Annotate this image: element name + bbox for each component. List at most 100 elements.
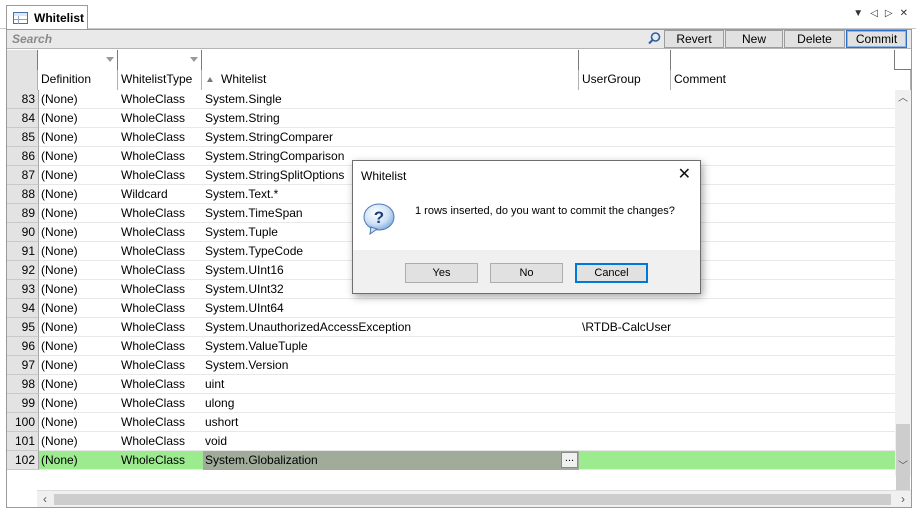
row-number[interactable]: 92 <box>7 261 39 280</box>
definition-cell[interactable]: (None) <box>39 261 117 280</box>
definition-cell[interactable]: (None) <box>39 166 117 185</box>
whitelisttype-cell[interactable]: WholeClass <box>119 451 201 470</box>
column-header-usergroup[interactable]: UserGroup <box>579 70 671 90</box>
definition-cell[interactable]: (None) <box>39 413 117 432</box>
row-number[interactable]: 86 <box>7 147 39 166</box>
whitelisttype-cell[interactable]: WholeClass <box>119 147 201 166</box>
whitelisttype-cell[interactable]: WholeClass <box>119 356 201 375</box>
whitelist-cell[interactable]: System.StringComparer <box>203 128 579 147</box>
usergroup-cell[interactable]: \RTDB-CalcUser <box>580 318 671 337</box>
definition-cell[interactable]: (None) <box>39 318 117 337</box>
table-row[interactable]: 99 (None) WholeClass ulong <box>7 394 895 413</box>
comment-filter[interactable] <box>671 50 895 70</box>
definition-cell[interactable]: (None) <box>39 299 117 318</box>
column-header-whitelisttype[interactable]: WhitelistType <box>118 70 202 90</box>
whitelist-cell[interactable]: System.Globalization <box>203 451 579 470</box>
scroll-right-icon[interactable]: › <box>895 491 911 508</box>
whitelist-cell[interactable]: void <box>203 432 579 451</box>
table-row[interactable]: 95 (None) WholeClass System.UnauthorizedAcc… <box>7 318 895 337</box>
row-number[interactable]: 83 <box>7 90 39 109</box>
table-row[interactable]: 100 (None) WholeClass ushort <box>7 413 895 432</box>
comment-cell[interactable] <box>672 147 895 166</box>
horizontal-scroll-thumb[interactable] <box>54 494 891 505</box>
comment-cell[interactable] <box>672 318 895 337</box>
usergroup-cell[interactable] <box>580 337 671 356</box>
whitelisttype-cell[interactable]: WholeClass <box>119 109 201 128</box>
comment-cell[interactable] <box>672 375 895 394</box>
column-header-comment[interactable]: Comment <box>671 70 911 90</box>
comment-cell[interactable] <box>672 90 895 109</box>
whitelisttype-cell[interactable]: Wildcard <box>119 185 201 204</box>
whitelisttype-cell[interactable]: WholeClass <box>119 90 201 109</box>
table-row[interactable]: 102 (None) WholeClass System.Globalization.… <box>7 451 895 470</box>
table-row[interactable]: 84 (None) WholeClass System.String <box>7 109 895 128</box>
comment-cell[interactable] <box>672 280 895 299</box>
row-number[interactable]: 85 <box>7 128 39 147</box>
whitelisttype-cell[interactable]: WholeClass <box>119 166 201 185</box>
whitelisttype-cell[interactable]: WholeClass <box>119 375 201 394</box>
usergroup-cell[interactable] <box>580 356 671 375</box>
search-icon[interactable] <box>646 31 662 47</box>
whitelisttype-cell[interactable]: WholeClass <box>119 280 201 299</box>
yes-button[interactable]: Yes <box>405 263 478 283</box>
new-button[interactable]: New <box>725 30 783 48</box>
usergroup-cell[interactable] <box>580 90 671 109</box>
whitelisttype-cell[interactable]: WholeClass <box>119 299 201 318</box>
definition-cell[interactable]: (None) <box>39 280 117 299</box>
definition-cell[interactable]: (None) <box>39 204 117 223</box>
search-input[interactable]: Search <box>12 32 52 46</box>
definition-cell[interactable]: (None) <box>39 90 117 109</box>
horizontal-scrollbar[interactable]: ‹ › <box>37 490 911 507</box>
column-header-whitelist[interactable]: Whitelist <box>202 70 579 90</box>
table-row[interactable]: 96 (None) WholeClass System.ValueTuple <box>7 337 895 356</box>
definition-cell[interactable]: (None) <box>39 356 117 375</box>
tab-scroll-left-icon[interactable]: ◁ <box>870 8 878 19</box>
delete-button[interactable]: Delete <box>784 30 845 48</box>
row-number[interactable]: 88 <box>7 185 39 204</box>
row-number[interactable]: 98 <box>7 375 39 394</box>
usergroup-cell[interactable] <box>580 375 671 394</box>
definition-cell[interactable]: (None) <box>39 147 117 166</box>
commit-button[interactable]: Commit <box>846 30 907 48</box>
row-number[interactable]: 89 <box>7 204 39 223</box>
comment-cell[interactable] <box>672 128 895 147</box>
whitelisttype-cell[interactable]: WholeClass <box>119 337 201 356</box>
whitelist-cell[interactable]: System.UInt64 <box>203 299 579 318</box>
usergroup-cell[interactable] <box>580 109 671 128</box>
comment-cell[interactable] <box>672 299 895 318</box>
definition-cell[interactable]: (None) <box>39 185 117 204</box>
table-row[interactable]: 97 (None) WholeClass System.Version <box>7 356 895 375</box>
row-number[interactable]: 94 <box>7 299 39 318</box>
scroll-up-icon[interactable]: ︿ <box>895 90 911 108</box>
whitelist-cell[interactable]: ulong <box>203 394 579 413</box>
cancel-button[interactable]: Cancel <box>575 263 648 283</box>
tab-whitelist[interactable]: Whitelist <box>6 5 88 29</box>
comment-cell[interactable] <box>672 337 895 356</box>
whitelisttype-cell[interactable]: WholeClass <box>119 318 201 337</box>
row-number[interactable]: 87 <box>7 166 39 185</box>
close-icon[interactable]: ✕ <box>900 8 908 19</box>
row-number[interactable]: 91 <box>7 242 39 261</box>
whitelisttype-cell[interactable]: WholeClass <box>119 413 201 432</box>
whitelist-cell[interactable]: System.String <box>203 109 579 128</box>
column-header-definition[interactable]: Definition <box>38 70 118 90</box>
table-row[interactable]: 94 (None) WholeClass System.UInt64 <box>7 299 895 318</box>
comment-cell[interactable] <box>672 261 895 280</box>
table-row[interactable]: 83 (None) WholeClass System.Single <box>7 90 895 109</box>
row-number[interactable]: 97 <box>7 356 39 375</box>
comment-cell[interactable] <box>672 413 895 432</box>
comment-cell[interactable] <box>672 109 895 128</box>
row-number[interactable]: 101 <box>7 432 39 451</box>
comment-cell[interactable] <box>672 432 895 451</box>
table-row[interactable]: 101 (None) WholeClass void <box>7 432 895 451</box>
comment-cell[interactable] <box>672 451 895 470</box>
comment-cell[interactable] <box>672 394 895 413</box>
row-number[interactable]: 100 <box>7 413 39 432</box>
usergroup-cell[interactable] <box>580 394 671 413</box>
definition-cell[interactable]: (None) <box>39 432 117 451</box>
usergroup-filter[interactable] <box>579 50 671 70</box>
row-number[interactable]: 84 <box>7 109 39 128</box>
definition-cell[interactable]: (None) <box>39 337 117 356</box>
whitelisttype-cell[interactable]: WholeClass <box>119 394 201 413</box>
definition-cell[interactable]: (None) <box>39 223 117 242</box>
